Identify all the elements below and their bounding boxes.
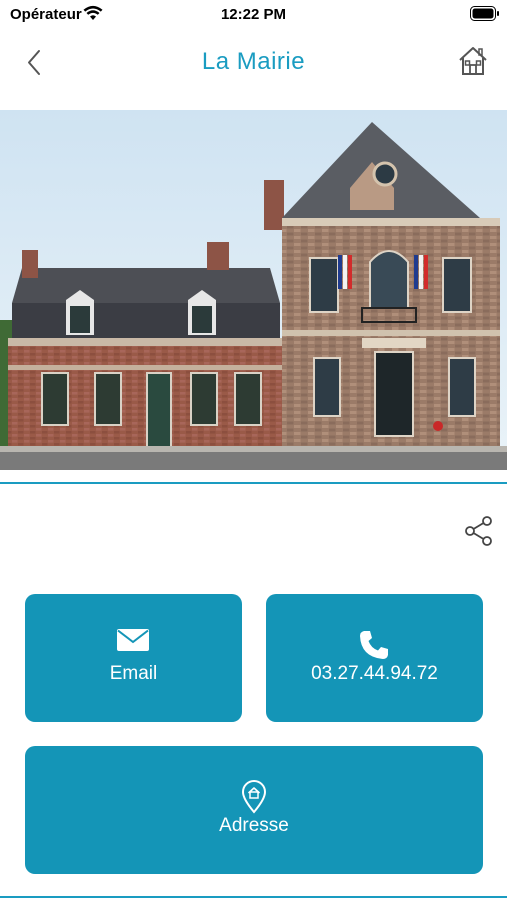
share-icon (465, 516, 492, 546)
email-button[interactable]: Email (25, 594, 242, 722)
home-icon (459, 47, 487, 75)
share-button[interactable] (462, 514, 496, 548)
phone-button[interactable]: 03.27.44.94.72 (266, 594, 483, 722)
location-pin-icon (241, 780, 267, 814)
divider-top (0, 482, 507, 484)
address-label: Adresse (219, 815, 289, 836)
divider-bottom (0, 896, 507, 898)
phone-label: 03.27.44.94.72 (311, 663, 438, 684)
status-time: 12:22 PM (220, 6, 287, 23)
envelope-icon (117, 629, 149, 651)
email-label: Email (109, 663, 158, 684)
address-button[interactable]: Adresse (25, 746, 483, 874)
battery-icon (470, 6, 499, 21)
status-bar: Opérateur 12:22 PM (0, 0, 507, 30)
phone-icon (360, 631, 388, 659)
page-title: La Mairie (201, 48, 306, 75)
home-button[interactable] (456, 44, 490, 78)
town-hall-photo (0, 110, 507, 470)
navigation-bar: La Mairie (0, 30, 507, 110)
